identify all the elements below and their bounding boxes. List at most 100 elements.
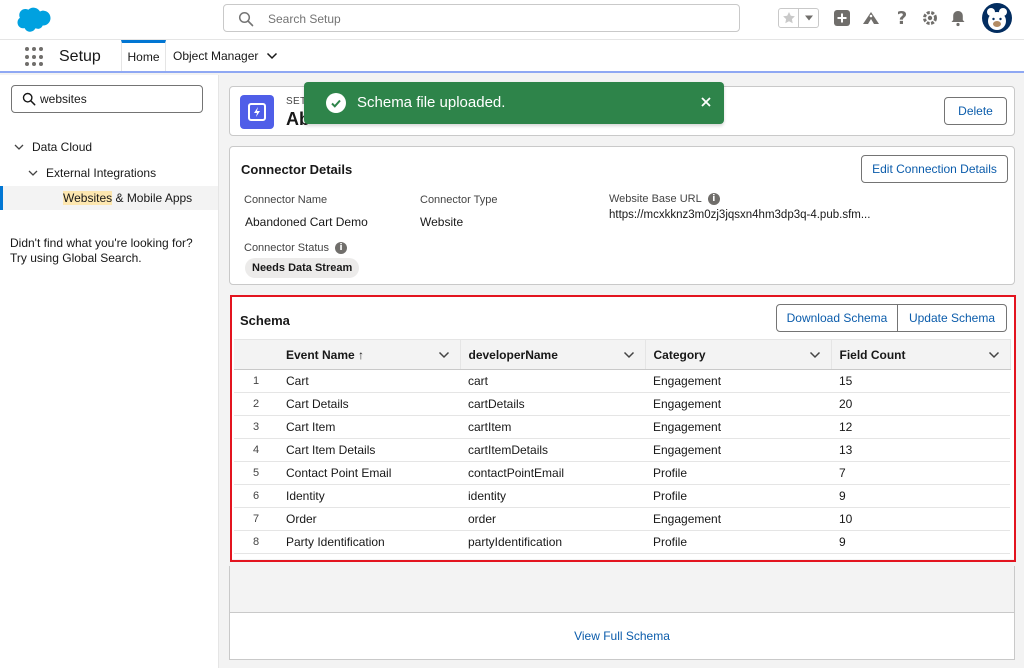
schema-button-group: Download Schema Update Schema [776,304,1007,332]
column-header-field-count[interactable]: Field Count [831,339,1011,370]
notifications-bell-icon[interactable] [948,8,968,28]
event-name-cell: Contact Point Email [278,461,460,485]
category-cell: Engagement [645,415,831,439]
success-check-icon [326,93,346,113]
tab-object-manager-label: Object Manager [173,48,259,63]
table-row[interactable]: 7 Order order Engagement 10 [234,507,1010,531]
field-count-cell: 7 [831,461,1010,485]
table-row[interactable]: 6 Identity identity Profile 9 [234,484,1010,508]
search-icon [22,92,36,106]
column-header-category[interactable]: Category [645,339,832,370]
developer-name-cell: partyIdentification [460,530,645,554]
row-number: 4 [234,438,278,462]
chevron-down-icon[interactable] [809,350,821,360]
connector-name-label: Connector Name [244,194,327,206]
trailhead-icon[interactable] [861,8,881,28]
field-label-text: Website Base URL [609,193,702,205]
row-number: 2 [234,392,278,416]
success-toast: Schema file uploaded. [304,82,724,124]
view-full-schema-link[interactable]: View Full Schema [574,629,670,643]
developer-name-cell: cartItemDetails [460,438,645,462]
event-name-cell: Identity [278,484,460,508]
chevron-down-icon[interactable] [438,350,450,360]
tree-item-websites-mobile-apps[interactable]: Websites & Mobile Apps [0,186,218,210]
field-count-cell: 20 [831,392,1010,416]
download-schema-button[interactable]: Download Schema [776,304,898,332]
table-row[interactable]: 5 Contact Point Email contactPointEmail Pro… [234,461,1010,485]
connector-object-icon [240,95,274,129]
chevron-down-icon[interactable] [623,350,635,360]
global-search-box[interactable] [223,4,740,32]
toast-message: Schema file uploaded. [357,94,506,111]
tab-home-label: Home [127,50,160,64]
column-header-label: Event Name ↑ [286,347,365,362]
column-header-event-name[interactable]: Event Name ↑ [278,339,461,370]
row-number: 6 [234,484,278,508]
event-name-cell: Cart Details [278,392,460,416]
column-header-label: Field Count [839,347,906,362]
table-row[interactable]: 8 Party Identification partyIdentification… [234,530,1010,554]
tree-item-external-integrations[interactable]: External Integrations [28,162,156,184]
add-icon[interactable] [832,8,852,28]
column-header-developer-name[interactable]: developerName [460,339,646,370]
category-cell: Profile [645,484,831,508]
category-cell: Profile [645,461,831,485]
table-row[interactable]: 2 Cart Details cartDetails Engagement 20 [234,392,1010,416]
schema-card: Schema Download Schema Update Schema Eve… [232,297,1014,559]
tab-home[interactable]: Home [121,40,166,71]
user-avatar-icon[interactable] [982,3,1012,33]
connector-type-value: Website [420,215,464,229]
website-base-url-label: Website Base URL i [609,193,720,205]
search-icon [238,11,254,27]
table-row[interactable]: 1 Cart cart Engagement 15 [234,369,1010,393]
favorites-star-icon[interactable] [779,9,799,27]
developer-name-cell: contactPointEmail [460,461,645,485]
salesforce-logo-icon[interactable] [12,6,52,34]
edit-connection-details-button[interactable]: Edit Connection Details [861,155,1008,183]
field-count-cell: 13 [831,438,1010,462]
connector-name-value: Abandoned Cart Demo [245,215,368,229]
event-name-cell: Cart [278,369,460,393]
help-icon[interactable]: ? [892,8,912,29]
tree-item-data-cloud[interactable]: Data Cloud [14,136,92,158]
event-name-cell: Cart Item Details [278,438,460,462]
field-count-cell: 9 [831,530,1010,554]
field-count-cell: 12 [831,415,1010,439]
quick-find-box[interactable] [11,85,203,113]
tab-object-manager[interactable]: Object Manager [167,40,278,71]
update-schema-button[interactable]: Update Schema [898,304,1007,332]
favorites-dropdown-icon[interactable] [799,9,818,27]
card-title: Schema [240,313,290,328]
info-icon[interactable]: i [707,193,720,205]
developer-name-cell: cartItem [460,415,645,439]
category-cell: Engagement [645,438,831,462]
column-header-label: Category [653,347,706,362]
row-number: 1 [234,369,278,393]
global-header: ? [0,0,1024,40]
info-icon[interactable]: i [335,242,347,254]
category-cell: Engagement [645,369,831,393]
chevron-down-icon[interactable] [14,142,24,152]
category-cell: Engagement [645,392,831,416]
tree-item-label: Data Cloud [32,140,93,154]
card-footer: View Full Schema [230,612,1014,659]
table-row[interactable]: 4 Cart Item Details cartItemDetails Engagem… [234,438,1010,462]
table-row[interactable]: 3 Cart Item cartItem Engagement 12 [234,415,1010,439]
delete-button[interactable]: Delete [944,97,1007,125]
quick-find-input[interactable] [40,91,190,107]
schema-card-footer-area: View Full Schema [229,566,1015,660]
chevron-down-icon[interactable] [28,168,38,178]
close-icon[interactable] [698,94,714,110]
status-badge: Needs Data Stream [245,258,360,278]
connector-status-label: Connector Status i [244,242,347,254]
global-search-input[interactable] [268,10,708,28]
field-count-cell: 10 [831,507,1010,531]
event-name-cell: Cart Item [278,415,460,439]
settings-gear-icon[interactable] [920,8,940,28]
chevron-down-icon[interactable] [266,52,278,60]
app-launcher-icon[interactable] [25,47,45,67]
developer-name-cell: order [460,507,645,531]
chevron-down-icon[interactable] [988,350,1000,360]
field-count-cell: 15 [831,369,1010,393]
row-number: 5 [234,461,278,485]
